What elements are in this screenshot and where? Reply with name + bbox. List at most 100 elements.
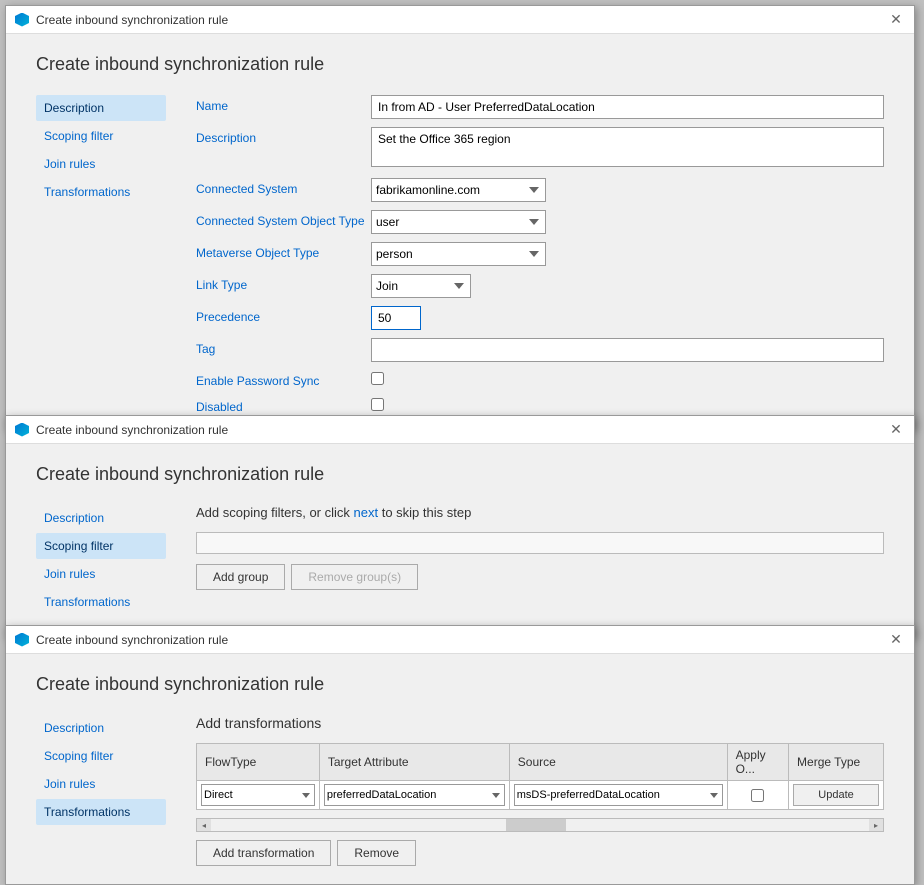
eps-control <box>371 370 884 385</box>
mvot-label: Metaverse Object Type <box>196 242 371 260</box>
window-1-content: Create inbound synchronization rule Desc… <box>6 34 914 429</box>
col-flowtype: FlowType <box>197 744 320 781</box>
window-2-sidebar: Description Scoping filter Join rules Tr… <box>36 505 166 617</box>
target-select[interactable]: preferredDataLocation <box>324 784 505 806</box>
window-3-title: Create inbound synchronization rule <box>36 633 228 647</box>
window-2-titlebar: Create inbound synchronization rule ✕ <box>6 416 914 444</box>
description-label: Description <box>196 127 371 145</box>
precedence-input[interactable] <box>371 306 421 330</box>
table-row: Direct preferredDataLocation msDS-pr <box>197 781 884 810</box>
sidebar-item-scoping-3[interactable]: Scoping filter <box>36 743 166 769</box>
merge-cell: Update <box>789 781 884 810</box>
tag-control <box>371 338 884 362</box>
name-input[interactable] <box>371 95 884 119</box>
link-type-row: Link Type Join <box>196 274 884 298</box>
sidebar-item-description-2[interactable]: Description <box>36 505 166 531</box>
horizontal-scrollbar[interactable]: ◂ ▸ <box>196 818 884 832</box>
link-type-control: Join <box>371 274 884 298</box>
window-2-title: Create inbound synchronization rule <box>36 423 228 437</box>
sidebar-item-scoping-1[interactable]: Scoping filter <box>36 123 166 149</box>
window-3-close-button[interactable]: ✕ <box>886 630 906 650</box>
connected-system-control: fabrikamonline.com <box>371 178 884 202</box>
flowtype-cell: Direct <box>197 781 320 810</box>
eps-row: Enable Password Sync <box>196 370 884 388</box>
sidebar-item-transformations-1[interactable]: Transformations <box>36 179 166 205</box>
scroll-right-arrow[interactable]: ▸ <box>869 819 883 831</box>
description-row: Description Set the Office 365 region <box>196 127 884 170</box>
transform-buttons: Add transformation Remove <box>196 840 884 866</box>
transform-table: FlowType Target Attribute Source Apply O… <box>196 743 884 810</box>
flowtype-select[interactable]: Direct <box>201 784 315 806</box>
disabled-control <box>371 396 884 411</box>
sidebar-item-transformations-3[interactable]: Transformations <box>36 799 166 825</box>
window-2: Create inbound synchronization rule ✕ Cr… <box>5 415 915 638</box>
window-3: Create inbound synchronization rule ✕ Cr… <box>5 625 915 885</box>
target-cell: preferredDataLocation <box>319 781 509 810</box>
name-control <box>371 95 884 119</box>
eps-checkbox[interactable] <box>371 372 384 385</box>
window-2-icon <box>14 422 30 438</box>
col-source: Source <box>509 744 727 781</box>
csot-row: Connected System Object Type user <box>196 210 884 234</box>
remove-transformation-button[interactable]: Remove <box>337 840 416 866</box>
sidebar-item-join-1[interactable]: Join rules <box>36 151 166 177</box>
precedence-label: Precedence <box>196 306 371 324</box>
name-label: Name <box>196 95 371 113</box>
scroll-thumb[interactable] <box>506 819 566 831</box>
sidebar-item-transformations-2[interactable]: Transformations <box>36 589 166 615</box>
tag-label: Tag <box>196 338 371 356</box>
sidebar-item-join-3[interactable]: Join rules <box>36 771 166 797</box>
col-merge: Merge Type <box>789 744 884 781</box>
add-transformation-button[interactable]: Add transformation <box>196 840 331 866</box>
scoping-instruction: Add scoping filters, or click next to sk… <box>196 505 884 520</box>
window-1: Create inbound synchronization rule ✕ Cr… <box>5 5 915 430</box>
merge-type-button[interactable]: Update <box>793 784 879 806</box>
window-1-icon <box>14 12 30 28</box>
link-type-select[interactable]: Join <box>371 274 471 298</box>
app-icon-3 <box>15 633 29 647</box>
sidebar-item-description-3[interactable]: Description <box>36 715 166 741</box>
name-row: Name <box>196 95 884 119</box>
window-3-layout: Description Scoping filter Join rules Tr… <box>36 715 884 866</box>
source-cell: msDS-preferredDataLocation <box>509 781 727 810</box>
source-select[interactable]: msDS-preferredDataLocation <box>514 784 723 806</box>
scoping-buttons: Add group Remove group(s) <box>196 564 884 590</box>
link-type-label: Link Type <box>196 274 371 292</box>
next-link[interactable]: next <box>354 505 379 520</box>
eps-label: Enable Password Sync <box>196 370 371 388</box>
mvot-control: person <box>371 242 884 266</box>
window-2-page-title: Create inbound synchronization rule <box>36 464 884 485</box>
window-1-titlebar: Create inbound synchronization rule ✕ <box>6 6 914 34</box>
window-1-title: Create inbound synchronization rule <box>36 13 228 27</box>
sidebar-item-join-2[interactable]: Join rules <box>36 561 166 587</box>
window-1-form: Name Description Set the Office 365 regi… <box>196 95 884 422</box>
connected-system-select[interactable]: fabrikamonline.com <box>371 178 546 202</box>
description-input[interactable]: Set the Office 365 region <box>371 127 884 167</box>
window-2-content: Create inbound synchronization rule Desc… <box>6 444 914 637</box>
sidebar-item-description-1[interactable]: Description <box>36 95 166 121</box>
apply-once-checkbox[interactable] <box>751 789 764 802</box>
window-2-close-button[interactable]: ✕ <box>886 420 906 440</box>
add-group-button[interactable]: Add group <box>196 564 285 590</box>
transform-title: Add transformations <box>196 715 884 731</box>
window-2-layout: Description Scoping filter Join rules Tr… <box>36 505 884 617</box>
window-1-close-button[interactable]: ✕ <box>886 10 906 30</box>
window-3-form: Add transformations FlowType Target Attr… <box>196 715 884 866</box>
disabled-checkbox[interactable] <box>371 398 384 411</box>
description-control: Set the Office 365 region <box>371 127 884 170</box>
remove-groups-button[interactable]: Remove group(s) <box>291 564 418 590</box>
scroll-left-arrow[interactable]: ◂ <box>197 819 211 831</box>
csot-select[interactable]: user <box>371 210 546 234</box>
mvot-select[interactable]: person <box>371 242 546 266</box>
precedence-row: Precedence <box>196 306 884 330</box>
tag-input[interactable] <box>371 338 884 362</box>
sidebar-item-scoping-2[interactable]: Scoping filter <box>36 533 166 559</box>
mvot-row: Metaverse Object Type person <box>196 242 884 266</box>
scoping-bar <box>196 532 884 554</box>
window-3-sidebar: Description Scoping filter Join rules Tr… <box>36 715 166 866</box>
disabled-row: Disabled <box>196 396 884 414</box>
connected-system-label: Connected System <box>196 178 371 196</box>
window-3-page-title: Create inbound synchronization rule <box>36 674 884 695</box>
window-3-icon <box>14 632 30 648</box>
window-1-sidebar: Description Scoping filter Join rules Tr… <box>36 95 166 422</box>
